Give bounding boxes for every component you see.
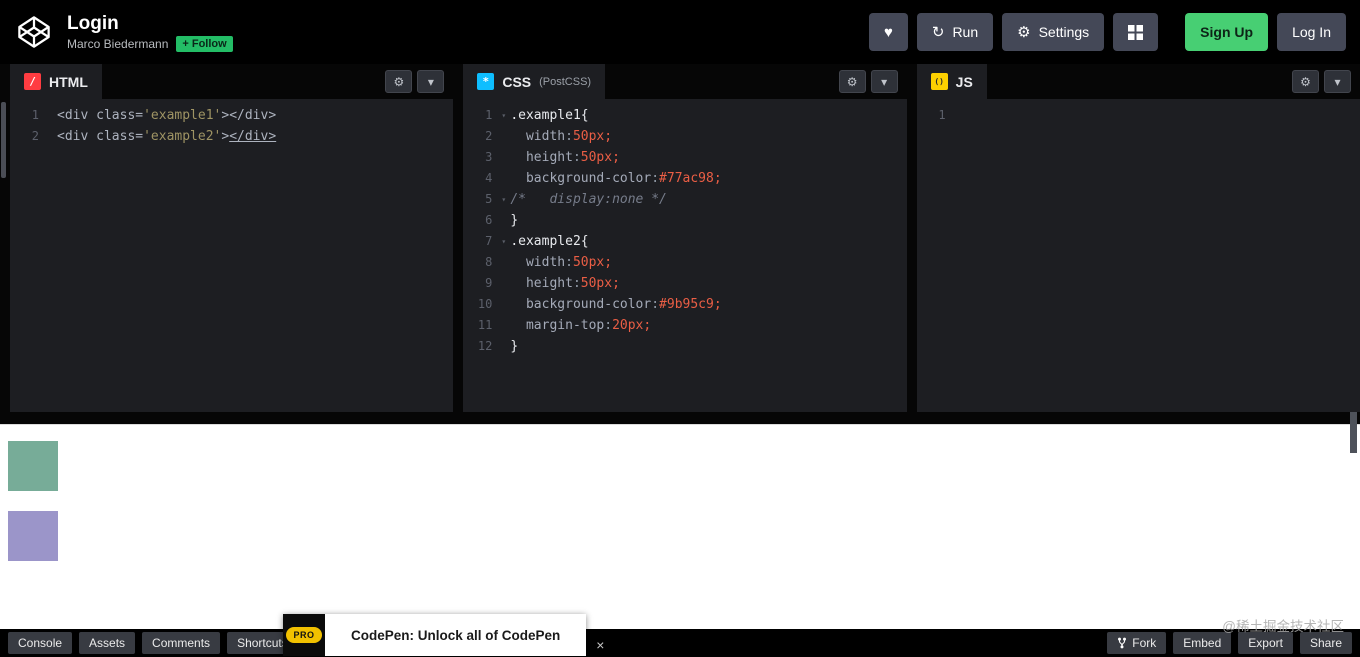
preview-box-2 xyxy=(8,511,58,561)
bottom-bar: Console Assets Comments Shortcuts Fork E… xyxy=(0,629,1360,657)
html-icon: / xyxy=(24,73,41,90)
css-code-line[interactable]: 10 background-color:#9b95c9; xyxy=(463,294,906,315)
settings-label: Settings xyxy=(1038,24,1090,40)
chevron-down-icon: ▾ xyxy=(881,74,888,89)
html-code-editor[interactable]: 1 <div class='example1'></div> 2 <div class… xyxy=(10,99,454,412)
comments-button[interactable]: Comments xyxy=(142,632,221,654)
grid-icon xyxy=(1128,24,1144,40)
codepen-logo-icon[interactable] xyxy=(14,12,54,52)
login-button[interactable]: Log In xyxy=(1277,13,1346,51)
css-code-line[interactable]: 2 width:50px; xyxy=(463,126,906,147)
html-settings-button[interactable]: ⚙ xyxy=(385,70,413,93)
css-code-line[interactable]: 12} xyxy=(463,336,906,357)
css-code-line[interactable]: 1 ▾ .example1{ xyxy=(463,105,906,126)
fork-icon xyxy=(1117,637,1127,649)
heart-icon: ♥ xyxy=(883,23,893,41)
js-settings-button[interactable]: ⚙ xyxy=(1291,70,1319,93)
chevron-down-icon: ▾ xyxy=(1334,74,1341,89)
html-code-line[interactable]: 2 <div class='example2'></div> xyxy=(10,126,453,147)
pro-badge: PRO xyxy=(286,627,322,643)
preview-pane xyxy=(0,424,1360,629)
fork-label: Fork xyxy=(1132,636,1157,650)
left-resizer-handle[interactable] xyxy=(1,102,6,178)
pro-popup-text: CodePen: Unlock all of CodePen xyxy=(351,627,561,643)
author-name[interactable]: Marco Biedermann xyxy=(67,37,168,51)
js-code-editor[interactable]: 1 xyxy=(916,99,1360,412)
css-code-line[interactable]: 11 margin-top:20px; xyxy=(463,315,906,336)
pro-upsell-popup[interactable]: PRO CodePen: Unlock all of CodePen × xyxy=(283,614,604,656)
pen-title[interactable]: Login xyxy=(67,12,233,35)
html-code-line[interactable]: 1 <div class='example1'></div> xyxy=(10,105,453,126)
editor-row: / HTML ⚙ ▾ 1 <div class='example1'></div>… xyxy=(0,64,1360,453)
layout-button[interactable] xyxy=(1113,13,1159,51)
refresh-icon: ↻ xyxy=(931,23,945,41)
css-editor-panel: * CSS (PostCSS) ⚙ ▾ 1 ▾ .example1{2 width:… xyxy=(463,64,1357,412)
gear-icon: ⚙ xyxy=(393,74,405,89)
tab-js[interactable]: () JS xyxy=(916,64,987,99)
css-icon: * xyxy=(477,73,495,90)
fork-button[interactable]: Fork xyxy=(1107,632,1167,654)
tab-html[interactable]: / HTML xyxy=(10,64,102,99)
gear-icon: ⚙ xyxy=(846,74,858,89)
css-code-line[interactable]: 4 background-color:#77ac98; xyxy=(463,168,906,189)
tab-html-label: HTML xyxy=(49,73,88,90)
css-code-line[interactable]: 7 ▾ .example2{ xyxy=(463,231,906,252)
tab-css-preprocessor: (PostCSS) xyxy=(539,75,592,88)
run-button[interactable]: ↻ Run xyxy=(916,13,994,51)
share-button[interactable]: Share xyxy=(1299,632,1352,654)
top-header: Login Marco Biedermann + Follow ♥ ↻ Run … xyxy=(0,0,1360,64)
export-button[interactable]: Export xyxy=(1238,632,1293,654)
pro-badge-cell: PRO xyxy=(283,614,325,656)
gear-icon: ⚙ xyxy=(1300,74,1311,89)
js-icon: () xyxy=(930,73,948,90)
close-icon: × xyxy=(596,637,605,653)
follow-button[interactable]: + Follow xyxy=(176,36,233,52)
editor-preview-divider[interactable] xyxy=(0,412,1360,424)
js-collapse-button[interactable]: ▾ xyxy=(1323,70,1351,93)
css-code-line[interactable]: 5 ▾/* display:none */ xyxy=(463,189,906,210)
tab-css[interactable]: * CSS (PostCSS) xyxy=(463,64,606,99)
embed-button[interactable]: Embed xyxy=(1173,632,1232,654)
settings-button[interactable]: ⚙ Settings xyxy=(1002,13,1105,51)
chevron-down-icon: ▾ xyxy=(427,74,434,89)
tab-js-label: JS xyxy=(955,73,973,90)
css-collapse-button[interactable]: ▾ xyxy=(870,70,898,93)
gear-icon: ⚙ xyxy=(1017,23,1031,41)
run-label: Run xyxy=(952,24,979,40)
assets-button[interactable]: Assets xyxy=(79,632,136,654)
tab-css-label: CSS xyxy=(502,73,532,90)
console-button[interactable]: Console xyxy=(8,632,73,654)
watermark-text: @稀土掘金技术社区 xyxy=(1222,619,1344,634)
preview-box-1 xyxy=(8,441,58,491)
html-collapse-button[interactable]: ▾ xyxy=(417,70,445,93)
css-code-line[interactable]: 8 width:50px; xyxy=(463,252,906,273)
css-code-line[interactable]: 6} xyxy=(463,210,906,231)
css-code-editor[interactable]: 1 ▾ .example1{2 width:50px; 3 height:50px; 4… xyxy=(463,99,907,412)
js-editor-panel: () JS ⚙ ▾ 1 xyxy=(916,64,1360,412)
popup-close-button[interactable]: × xyxy=(590,635,610,655)
signup-button[interactable]: Sign Up xyxy=(1185,13,1269,51)
css-code-line[interactable]: 3 height:50px; xyxy=(463,147,906,168)
js-code-line[interactable]: 1 xyxy=(917,105,1360,126)
css-settings-button[interactable]: ⚙ xyxy=(838,70,866,93)
like-button[interactable]: ♥ xyxy=(868,13,908,51)
html-editor-panel: / HTML ⚙ ▾ 1 <div class='example1'></div>… xyxy=(10,64,1357,453)
css-code-line[interactable]: 9 height:50px; xyxy=(463,273,906,294)
